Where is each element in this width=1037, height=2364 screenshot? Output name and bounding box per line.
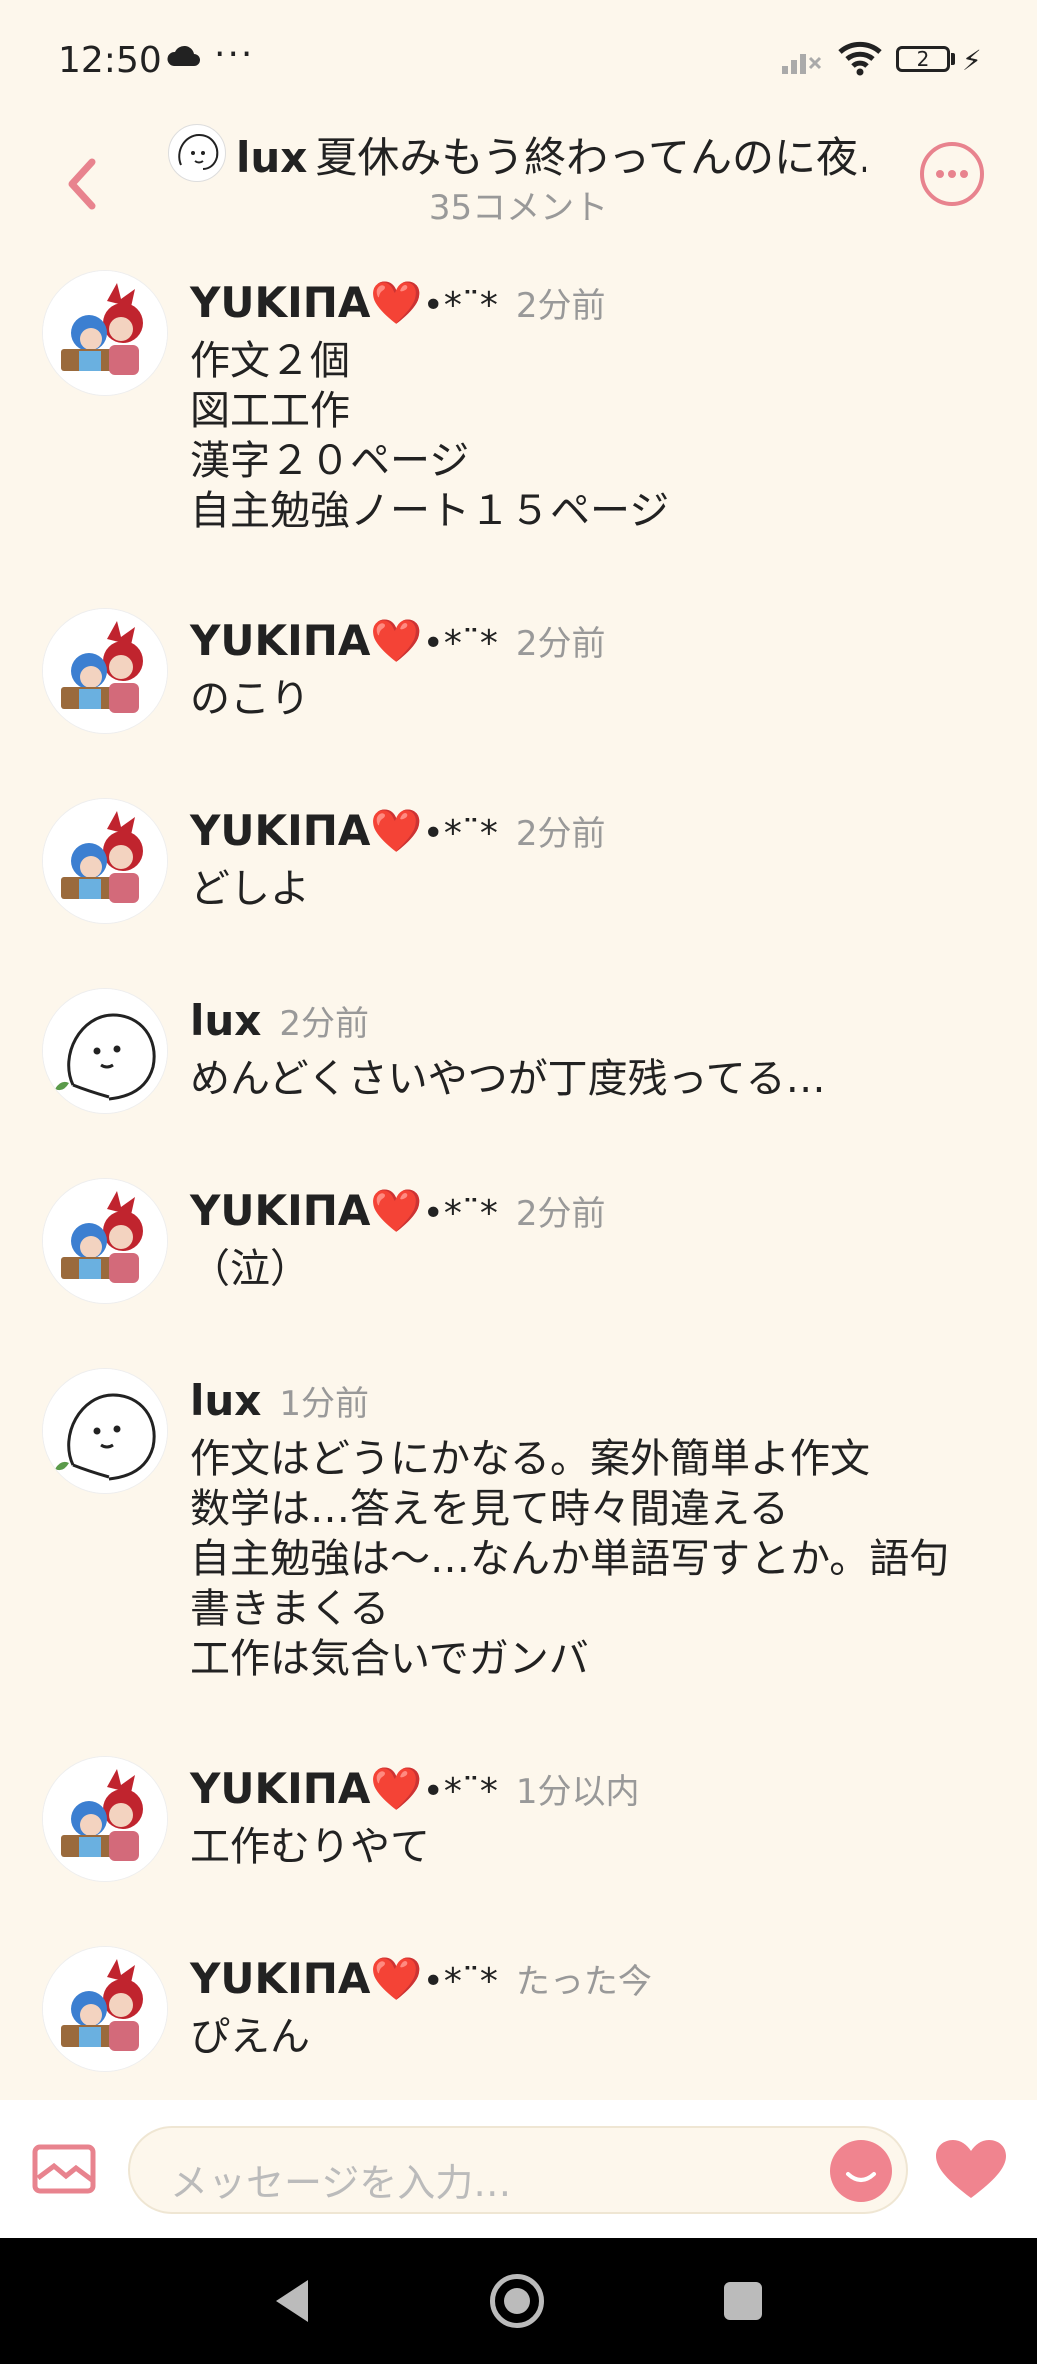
message-timestamp: 2分前 <box>515 1194 606 1234</box>
status-more-dots: ··· <box>214 34 255 75</box>
message-timestamp: 2分前 <box>515 286 606 326</box>
user-avatar[interactable] <box>42 270 168 396</box>
author-name: YUKIΠA <box>190 806 371 855</box>
author-name: YUKIΠA <box>190 1764 371 1813</box>
thread-author: lux <box>236 133 308 182</box>
status-bar: 12:50 ··· 2 ⚡ <box>0 0 1037 120</box>
author-name: YUKIΠA <box>190 278 371 327</box>
signal-icon <box>782 54 822 74</box>
message-timestamp: 2分前 <box>515 624 606 664</box>
charging-icon: ⚡ <box>962 44 982 77</box>
message-text: （泣） <box>190 1246 310 1292</box>
author-name: YUKIΠA <box>190 1954 371 2003</box>
nav-home-icon[interactable] <box>490 2274 544 2328</box>
heart-emoji: ❤️ <box>370 278 423 327</box>
message-author[interactable]: YUKIΠA❤️•*¨* 2分前 <box>190 278 606 328</box>
user-avatar[interactable] <box>42 798 168 924</box>
wifi-icon <box>838 41 882 76</box>
author-name: lux <box>190 1376 262 1425</box>
message-text: 工作むりやて <box>190 1824 430 1870</box>
name-decoration: •*¨* <box>422 285 498 326</box>
battery-tip <box>951 53 955 65</box>
more-options-button[interactable] <box>920 142 984 206</box>
chat-header: lux 夏休みもう終わってんのに夜… 35コメント <box>0 120 1037 250</box>
heart-icon[interactable] <box>934 2138 1008 2202</box>
image-attach-icon[interactable] <box>32 2144 96 2194</box>
message-author[interactable]: lux 1分前 <box>190 1376 369 1425</box>
name-decoration: •*¨* <box>422 1771 498 1812</box>
name-decoration: •*¨* <box>422 1961 498 2002</box>
message-text: どしよ <box>190 866 310 912</box>
message-author[interactable]: lux 2分前 <box>190 996 369 1045</box>
user-avatar[interactable] <box>42 1756 168 1882</box>
user-avatar[interactable] <box>42 1946 168 2072</box>
user-avatar[interactable] <box>42 1178 168 1304</box>
message-author[interactable]: YUKIΠA❤️•*¨* たった今 <box>190 1954 652 2004</box>
header-avatar[interactable] <box>168 124 226 182</box>
message-text: ぴえん <box>190 2014 310 2060</box>
message-timestamp: 2分前 <box>279 1004 370 1044</box>
author-name: lux <box>190 996 262 1045</box>
nav-back-icon[interactable] <box>272 2278 312 2324</box>
message-text: めんどくさいやつが丁度残ってる… <box>190 1056 826 1102</box>
battery-icon: 2 <box>896 46 950 72</box>
cloud-icon <box>167 45 200 66</box>
smile-icon <box>846 2172 876 2182</box>
message-text: 作文はどうにかなる。案外簡単よ作文 数学は…答えを見て時々間違える 自主勉強は〜… <box>190 1436 950 1682</box>
message-composer: メッセージを入力… <box>0 2100 1037 2238</box>
status-time: 12:50 <box>58 40 162 81</box>
nav-recents-icon[interactable] <box>724 2282 762 2320</box>
name-decoration: •*¨* <box>422 813 498 854</box>
author-name: YUKIΠA <box>190 616 371 665</box>
message-author[interactable]: YUKIΠA❤️•*¨* 2分前 <box>190 1186 606 1236</box>
message-text: 作文２個 図工工作 漢字２０ページ 自主勉強ノート１５ページ <box>190 338 670 534</box>
name-decoration: •*¨* <box>422 1193 498 1234</box>
system-nav-bar <box>0 2238 1037 2364</box>
heart-emoji: ❤️ <box>370 616 423 665</box>
emoji-button[interactable] <box>830 2140 892 2202</box>
comment-count: 35コメント <box>428 188 609 228</box>
message-input[interactable]: メッセージを入力… <box>128 2126 908 2214</box>
message-timestamp: たった今 <box>515 1962 652 2002</box>
heart-emoji: ❤️ <box>370 806 423 855</box>
message-timestamp: 2分前 <box>515 814 606 854</box>
message-timestamp: 1分前 <box>279 1384 370 1424</box>
dot-icon <box>960 170 968 178</box>
message-author[interactable]: YUKIΠA❤️•*¨* 1分以内 <box>190 1764 640 1814</box>
heart-emoji: ❤️ <box>370 1186 423 1235</box>
heart-emoji: ❤️ <box>370 1954 423 2003</box>
message-timestamp: 1分以内 <box>515 1772 640 1812</box>
user-avatar[interactable] <box>42 988 168 1114</box>
thread-title-text: 夏休みもう終わってんのに夜… <box>315 133 866 182</box>
dot-icon <box>936 170 944 178</box>
message-text: のこり <box>190 676 310 722</box>
user-avatar[interactable] <box>42 1368 168 1494</box>
name-decoration: •*¨* <box>422 623 498 664</box>
heart-emoji: ❤️ <box>370 1764 423 1813</box>
message-author[interactable]: YUKIΠA❤️•*¨* 2分前 <box>190 806 606 856</box>
author-name: YUKIΠA <box>190 1186 371 1235</box>
thread-title: lux 夏休みもう終わってんのに夜… <box>236 124 866 185</box>
dot-icon <box>948 170 956 178</box>
message-author[interactable]: YUKIΠA❤️•*¨* 2分前 <box>190 616 606 666</box>
user-avatar[interactable] <box>42 608 168 734</box>
